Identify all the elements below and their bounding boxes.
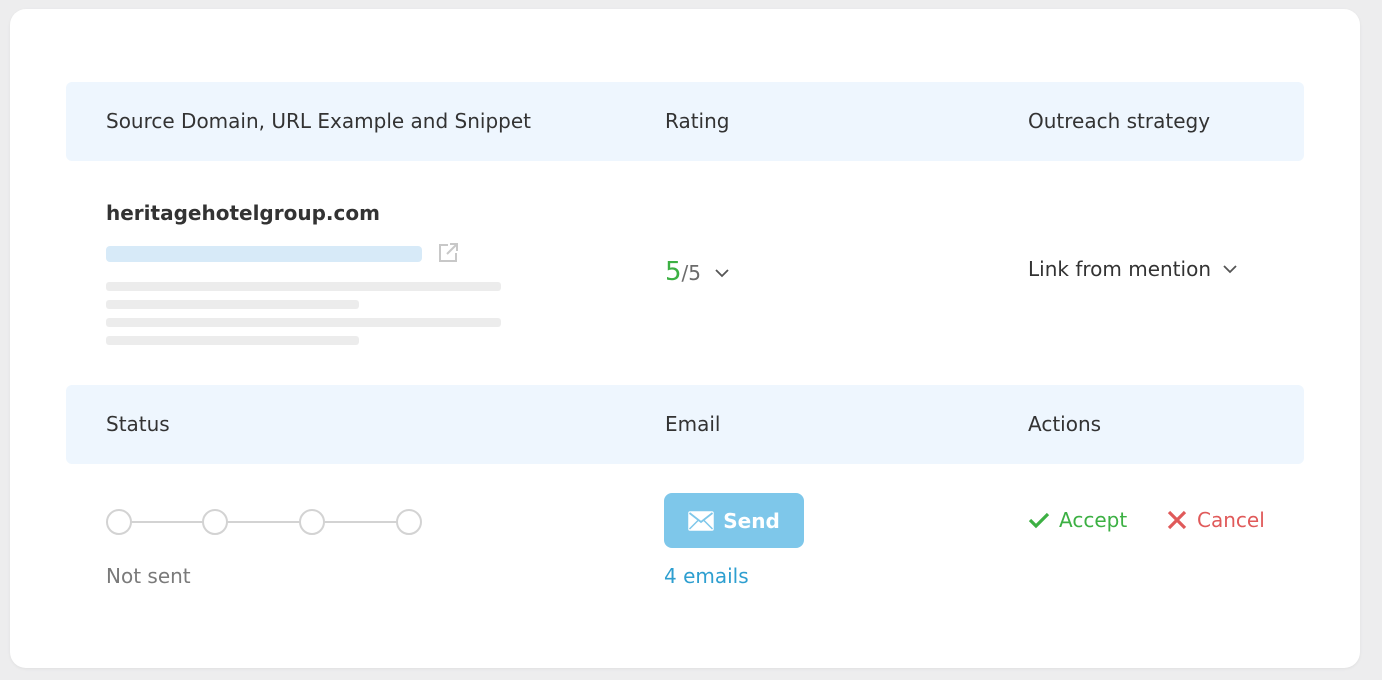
external-link-icon[interactable] [438,241,460,263]
header-status: Status [106,412,170,436]
snippet-line [106,300,359,309]
header-email: Email [665,412,721,436]
rating-max: 5 [688,261,702,285]
backlink-card: Source Domain, URL Example and Snippet R… [10,9,1360,668]
send-button[interactable]: Send [664,493,804,548]
header-rating: Rating [665,109,730,133]
snippet-line [106,318,501,327]
cancel-button[interactable]: Cancel [1166,508,1265,532]
strategy-value: Link from mention [1028,257,1211,281]
snippet-line [106,282,501,291]
cancel-label: Cancel [1197,508,1265,532]
rating-value: 5 [665,257,682,287]
table-header-top: Source Domain, URL Example and Snippet R… [66,82,1304,161]
accept-button[interactable]: Accept [1028,508,1127,532]
status-step [396,509,422,535]
status-progress [106,509,424,535]
send-label: Send [723,508,780,533]
chevron-down-icon [715,269,729,278]
status-step [299,509,325,535]
url-example-placeholder[interactable] [106,246,422,262]
checkmark-icon [1028,512,1050,529]
status-step [106,509,132,535]
strategy-dropdown[interactable]: Link from mention [1028,257,1237,281]
snippet-line [106,336,359,345]
header-actions: Actions [1028,412,1102,436]
source-domain: heritagehotelgroup.com [106,201,380,225]
status-step-connector [130,521,204,523]
rating-separator: / [681,261,689,285]
emails-count-link[interactable]: 4 emails [664,564,749,588]
status-step-connector [323,521,397,523]
close-icon [1167,510,1187,530]
rating-dropdown[interactable]: 5 / 5 [665,257,729,287]
table-header-bottom: Status Email Actions [66,385,1304,464]
chevron-down-icon [1223,265,1237,274]
status-text: Not sent [106,564,191,588]
status-step [202,509,228,535]
header-strategy: Outreach strategy [1028,109,1211,133]
header-source: Source Domain, URL Example and Snippet [106,109,531,133]
status-step-connector [226,521,300,523]
envelope-icon [688,510,714,531]
accept-label: Accept [1059,508,1128,532]
